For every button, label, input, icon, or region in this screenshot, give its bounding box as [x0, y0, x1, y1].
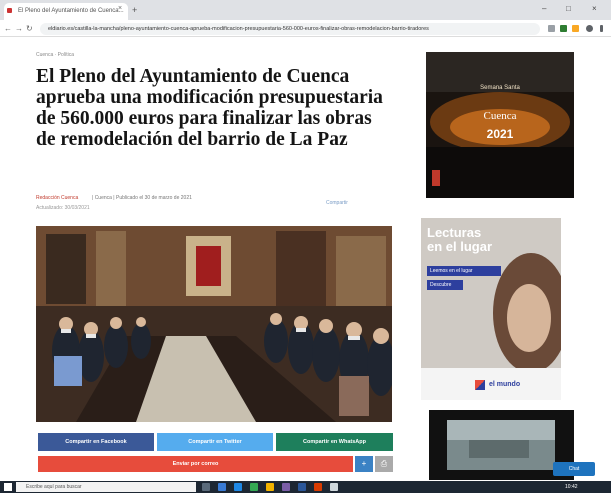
edge-icon[interactable] — [218, 483, 226, 491]
maximize-button[interactable]: □ — [566, 4, 571, 14]
bookmark-star-icon[interactable] — [572, 25, 579, 32]
byline-meta: | Cuenca | Publicado el 30 de marzo de 2… — [92, 195, 192, 201]
ad2-tag1: Leemos en el lugar — [427, 266, 501, 276]
profile-avatar[interactable] — [586, 25, 593, 32]
share-whatsapp-button[interactable]: Compartir en WhatsApp — [276, 433, 393, 451]
windows-start-icon[interactable] — [4, 483, 12, 491]
ad1-line2: Cuenca — [483, 110, 517, 122]
article-date: Actualizado: 30/03/2021 — [36, 205, 90, 211]
byline-author[interactable]: Redacción Cuenca — [36, 195, 78, 201]
brand-logo-icon — [475, 380, 485, 390]
explorer-icon[interactable] — [234, 483, 242, 491]
ad2-title-2: en el lugar — [427, 239, 493, 254]
minimize-button[interactable]: – — [542, 4, 546, 14]
url-input[interactable]: eldiario.es/castilla-la-mancha/pleno-ayu… — [40, 23, 540, 35]
app-icon[interactable] — [314, 483, 322, 491]
ad1-line1: Semana Santa — [480, 85, 520, 91]
back-button[interactable]: ← — [4, 24, 12, 33]
browser-tab[interactable]: El Pleno del Ayuntamiento de Cuenca... — [4, 3, 128, 20]
new-tab-button[interactable]: + — [132, 5, 137, 15]
print-button[interactable]: ⎙ — [375, 456, 393, 472]
ad2-title-1: Lecturas — [427, 225, 482, 240]
taskbar-clock[interactable]: 10:42 — [565, 483, 578, 491]
chat-button[interactable]: Chat — [553, 462, 595, 476]
share-twitter-button[interactable]: Compartir en Twitter — [157, 433, 273, 451]
ad2-brand: el mundo — [489, 381, 521, 388]
reload-button[interactable]: ↻ — [26, 24, 33, 33]
article-photo — [36, 226, 392, 422]
app-icon[interactable] — [330, 483, 338, 491]
extension-icon[interactable] — [548, 25, 555, 32]
ad-banner-lecturas[interactable]: Lecturas en el lugar Leemos en el lugar … — [421, 218, 561, 400]
close-window-button[interactable]: × — [592, 4, 597, 14]
share-email-button[interactable]: Enviar por correo — [38, 456, 353, 472]
task-view-icon[interactable] — [202, 483, 210, 491]
forward-button[interactable]: → — [15, 24, 23, 33]
word-icon[interactable] — [298, 483, 306, 491]
share-more-button[interactable]: + — [355, 456, 373, 472]
share-facebook-button[interactable]: Compartir en Facebook — [38, 433, 154, 451]
extension-icon[interactable] — [560, 25, 567, 32]
menu-icon[interactable] — [600, 25, 603, 32]
tab-close-icon[interactable]: × — [118, 5, 122, 12]
share-link[interactable]: Compartir — [326, 200, 348, 206]
taskbar-search-input[interactable]: Escribe aquí para buscar — [16, 482, 196, 492]
favicon-icon — [7, 8, 12, 13]
breadcrumb[interactable]: Cuenca · Política — [36, 52, 74, 58]
article-headline: El Pleno del Ayuntamiento de Cuenca apru… — [36, 66, 383, 150]
app-icon[interactable] — [282, 483, 290, 491]
folder-icon[interactable] — [266, 483, 274, 491]
ad1-year: 2021 — [486, 127, 514, 141]
ad2-tag2: Descubre — [427, 280, 463, 290]
chrome-icon[interactable] — [250, 483, 258, 491]
ad-banner-semana-santa[interactable]: Semana Santa Cuenca 2021 — [426, 52, 574, 198]
